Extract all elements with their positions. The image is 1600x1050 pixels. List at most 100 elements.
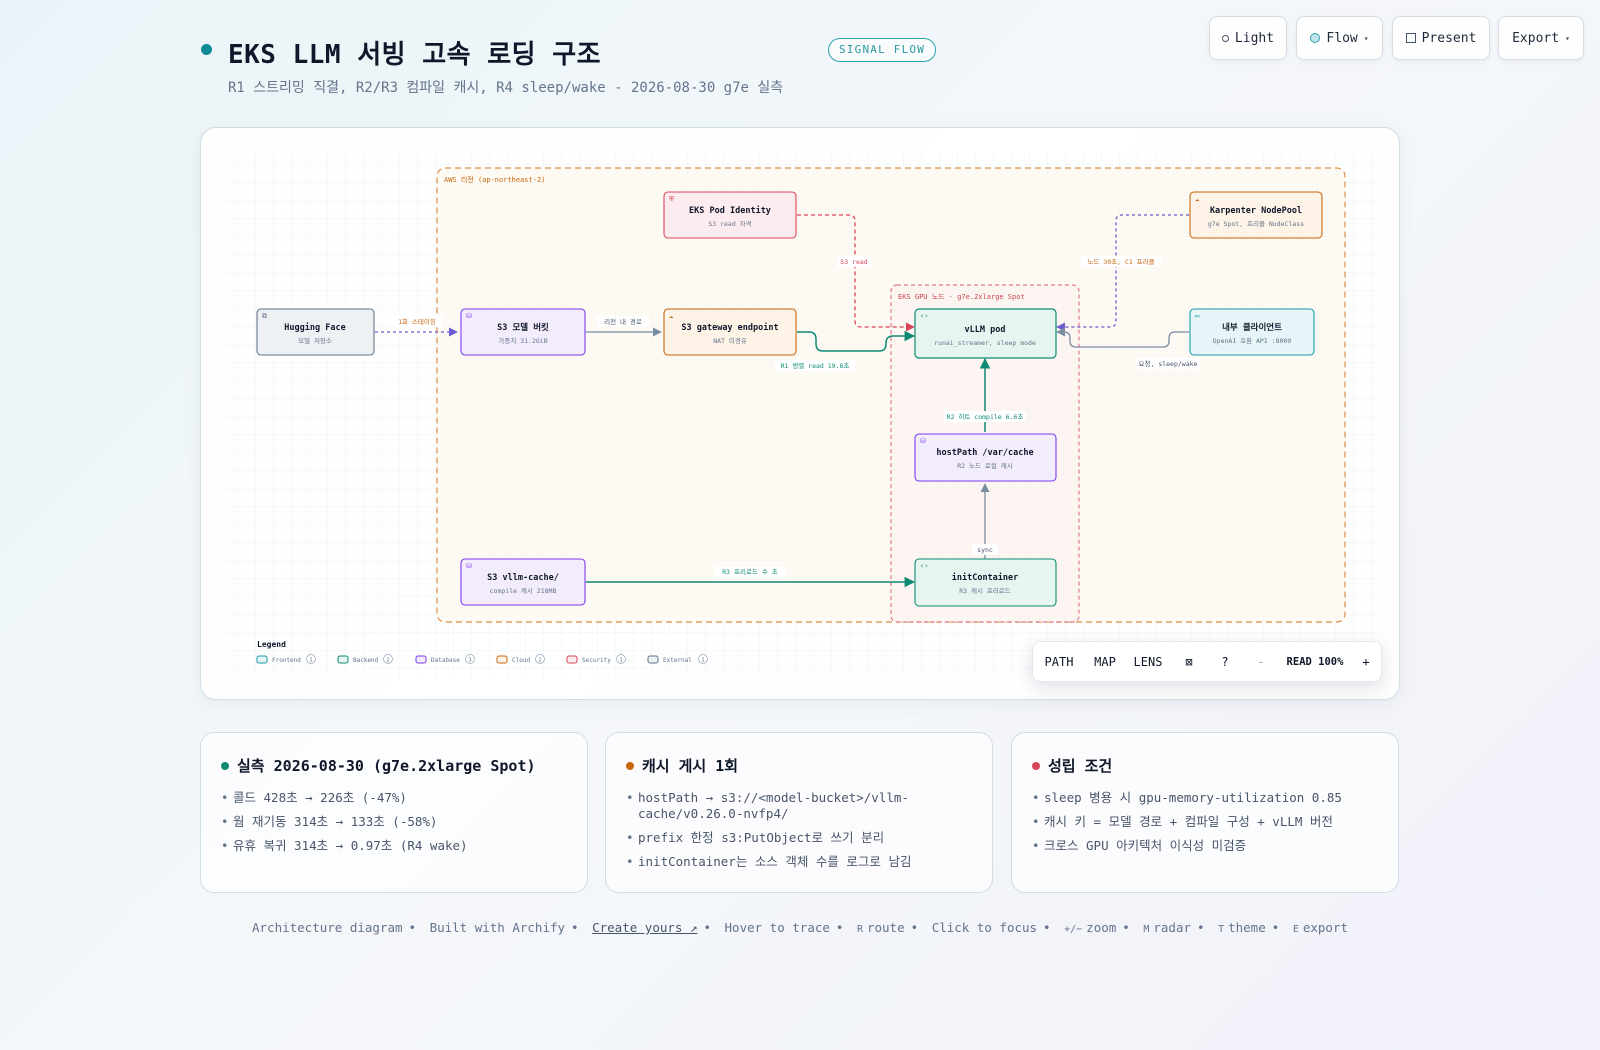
export-label: Export [1512, 30, 1560, 46]
edge-label-pi-vllm: S3 read [840, 258, 867, 266]
footer-architecture: Architecture diagram [252, 920, 403, 935]
edge-label-hf-s3: 1회 스테이징 [398, 317, 436, 326]
node-karp-title: Karpenter NodePool [1210, 206, 1302, 216]
footer-built-with: Built with Archify [429, 920, 566, 935]
node-s3-cache-sub: compile 캐시 218MB [490, 587, 557, 595]
card-measurement-heading: 실측 2026-08-30 (g7e.2xlarge Spot) [221, 755, 567, 776]
list-item: prefix 한정 s3:PutObject로 쓰기 분리 [626, 830, 972, 846]
node-s3-bucket-sub: 가중치 31.2GiB [498, 336, 547, 345]
status-dot [221, 761, 229, 770]
node-karp-sub: g7e Spot, 프리플 NodeClass [1208, 219, 1304, 228]
code-icon: ‹› [920, 312, 928, 320]
info-card-cache-publish: 캐시 게시 1회 hostPath → s3://<model-bucket>/… [605, 732, 993, 893]
footer-hover: Hover to trace [724, 920, 830, 935]
list-item: hostPath → s3://<model-bucket>/vllm-cach… [626, 790, 972, 822]
database-icon: ⛁ [466, 312, 472, 320]
legend-title: Legend [257, 640, 286, 649]
status-dot [1032, 761, 1040, 770]
zoom-key: +/− [1064, 924, 1083, 935]
zoom-level-readout: READ 100% [1286, 655, 1344, 668]
present-button[interactable]: Present [1392, 16, 1490, 60]
gpu-node-label: EKS GPU 노드 · g7e.2xlarge Spot [898, 293, 1025, 301]
card-conditions-list: sleep 병용 시 gpu-memory-utilization 0.85 캐… [1032, 790, 1378, 854]
node-vllm-pod[interactable]: ‹› vLLM pod runai_streamer, sleep mode [914, 308, 1057, 359]
svg-text:3: 3 [468, 658, 471, 664]
node-vllm-title: vLLM pod [965, 325, 1006, 335]
node-s3-model-bucket[interactable]: ⛁ S3 모델 버킷 가중치 31.2GiB [460, 308, 586, 356]
svg-text:2: 2 [538, 658, 541, 664]
flow-label: Flow [1326, 30, 1358, 46]
create-yours-link[interactable]: Create yours ↗ [592, 920, 697, 935]
present-label: Present [1421, 30, 1477, 46]
svg-text:Backend: Backend [353, 657, 379, 664]
code-icon: ‹› [920, 562, 928, 570]
node-karpenter-nodepool[interactable]: ☁ Karpenter NodePool g7e Spot, 프리플 NodeC… [1189, 191, 1323, 239]
export-key: E [1292, 924, 1299, 935]
card-conditions-heading: 성립 조건 [1032, 755, 1378, 776]
card-conditions-title: 성립 조건 [1048, 757, 1113, 775]
path-tool-button[interactable]: PATH [1033, 642, 1085, 681]
node-hf-sub: 모델 저장소 [298, 336, 332, 345]
help-button[interactable]: ? [1207, 642, 1243, 681]
svg-text:1: 1 [701, 658, 704, 664]
list-item: 콜드 428초 → 226초 (-47%) [221, 790, 567, 806]
svg-text:1: 1 [309, 658, 312, 664]
node-internal-client[interactable]: ▭ 내부 클라이언트 OpenAI 호환 API :8000 [1189, 308, 1315, 356]
signal-flow-badge: SIGNAL FLOW [828, 38, 937, 62]
node-hostpath-sub: R2 노드 로컬 캐시 [957, 462, 1012, 470]
title-status-dot [201, 44, 212, 55]
node-hugging-face[interactable]: ⧉ Hugging Face 모델 저장소 [256, 308, 375, 356]
node-s3-cache-title: S3 vllm-cache/ [487, 573, 559, 583]
chevron-down-icon: ▾ [1565, 33, 1570, 43]
page-subtitle: R1 스트리밍 직결, R2/R3 컴파일 캐시, R4 sleep/wake … [228, 80, 784, 96]
node-vllm-sub: runai_streamer, sleep mode [934, 339, 1036, 347]
node-init-title: initContainer [952, 572, 1019, 583]
edge-label-gw-vllm: R1 병렬 read 19.8초 [781, 361, 850, 370]
card-cache-heading: 캐시 게시 1회 [626, 755, 972, 776]
node-hf-title: Hugging Face [284, 322, 345, 333]
route-key: R [856, 924, 863, 935]
edge-label-cache-init: R3 프리로드 수 초 [722, 567, 777, 576]
window-icon: ▭ [1195, 312, 1199, 320]
node-hostpath-cache[interactable]: ⛁ hostPath /var/cache R2 노드 로컬 캐시 [914, 433, 1057, 482]
svg-text:1: 1 [619, 658, 622, 664]
info-card-measurement: 실측 2026-08-30 (g7e.2xlarge Spot) 콜드 428초… [200, 732, 588, 893]
svg-text:Cloud: Cloud [512, 657, 530, 664]
svg-text:Security: Security [582, 657, 611, 664]
list-item: sleep 병용 시 gpu-memory-utilization 0.85 [1032, 790, 1378, 806]
diagram-svg: AWS 리전 (ap-northeast-2) EKS GPU 노드 · g7e… [225, 152, 1377, 677]
list-item: 유휴 복귀 314초 → 0.97초 (R4 wake) [221, 838, 567, 854]
flow-icon [1310, 33, 1321, 43]
lens-tool-button[interactable]: LENS [1125, 642, 1171, 681]
light-label: Light [1234, 30, 1275, 46]
node-s3-vllm-cache[interactable]: ⛁ S3 vllm-cache/ compile 캐시 218MB [460, 558, 586, 606]
card-measurement-list: 콜드 428초 → 226초 (-47%) 웜 재기동 314초 → 133초 … [221, 790, 567, 854]
architecture-diagram-canvas[interactable]: AWS 리전 (ap-northeast-2) EKS GPU 노드 · g7e… [200, 127, 1400, 700]
card-cache-list: hostPath → s3://<model-bucket>/vllm-cach… [626, 790, 972, 870]
map-tool-button[interactable]: MAP [1085, 642, 1125, 681]
fit-view-icon[interactable]: ⊠ [1171, 642, 1207, 681]
node-s3-gateway-endpoint[interactable]: ☁ S3 gateway endpoint NAT 미경유 [663, 308, 797, 356]
aws-region-label: AWS 리전 (ap-northeast-2) [444, 175, 545, 184]
card-cache-title: 캐시 게시 1회 [642, 757, 739, 775]
zoom-in-button[interactable]: + [1351, 642, 1381, 681]
status-dot [626, 761, 634, 770]
light-theme-button[interactable]: Light [1209, 16, 1287, 60]
zoom-out-button[interactable]: - [1243, 642, 1279, 681]
node-s3-gw-title: S3 gateway endpoint [681, 322, 778, 333]
theme-key: T [1218, 924, 1225, 935]
svg-text:Frontend: Frontend [272, 657, 301, 664]
node-pi-title: EKS Pod Identity [689, 205, 771, 216]
node-eks-pod-identity[interactable]: ⛨ EKS Pod Identity S3 read 자격 [663, 191, 797, 239]
node-s3-gw-sub: NAT 미경유 [713, 336, 747, 345]
edge-label-host-vllm: R2 히트 compile 6.6초 [947, 412, 1024, 421]
shield-icon: ⛨ [669, 195, 675, 203]
edge-label-s3-gw: 리전 내 경로 [604, 317, 642, 326]
flow-dropdown-button[interactable]: Flow ▾ [1296, 16, 1383, 60]
chevron-down-icon: ▾ [1363, 33, 1369, 43]
export-dropdown-button[interactable]: Export ▾ [1498, 16, 1584, 60]
list-item: initContainer는 소스 객체 수를 로그로 남김 [626, 854, 972, 870]
node-init-container[interactable]: ‹› initContainer R3 캐시 프리로드 [914, 558, 1057, 607]
radar-key: M [1143, 924, 1150, 935]
external-link-icon: ⧉ [262, 312, 267, 320]
